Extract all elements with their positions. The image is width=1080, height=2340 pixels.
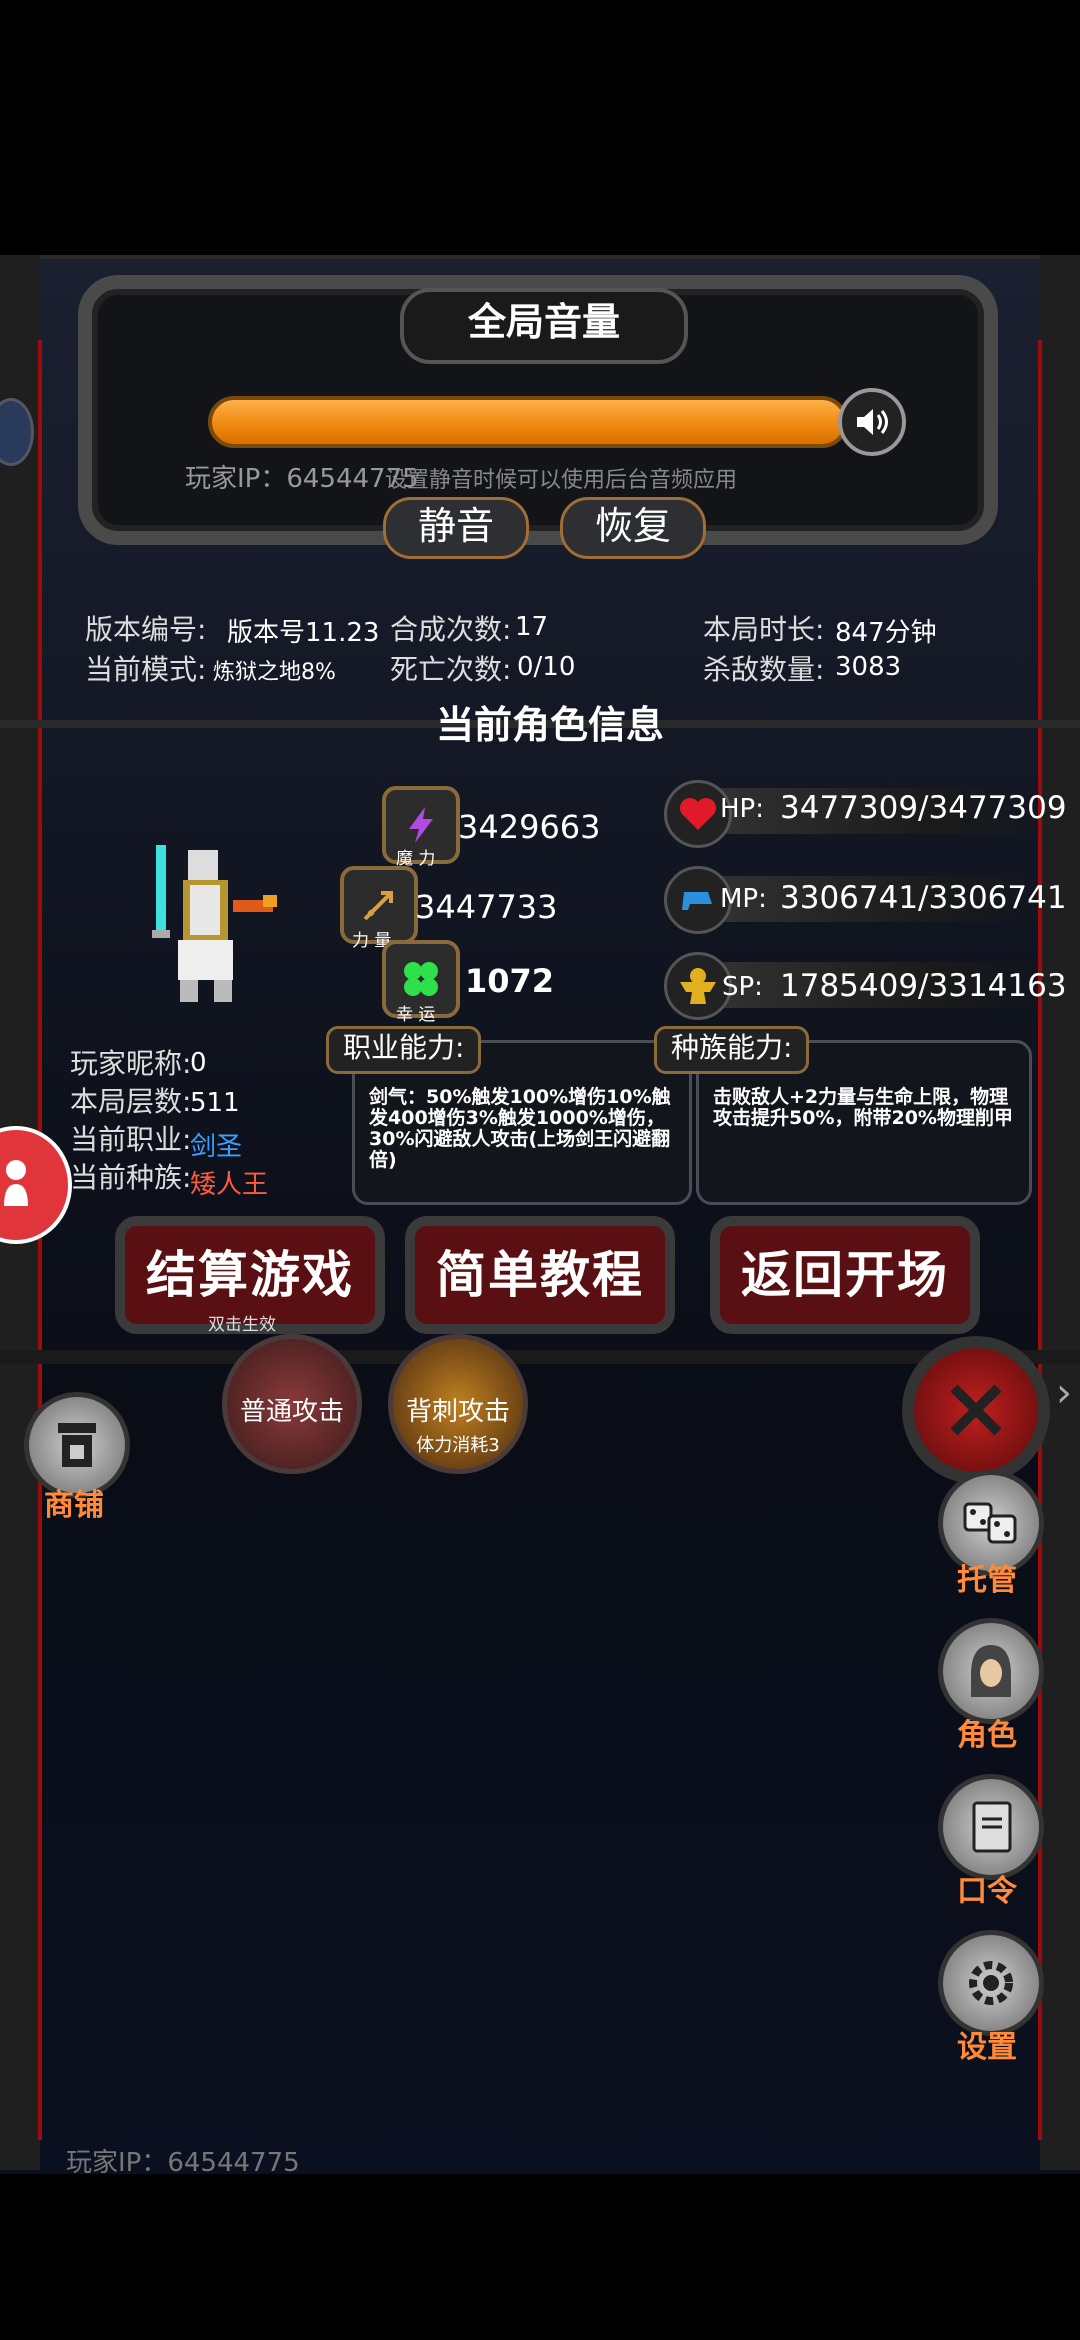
floor-label: 本局层数:	[70, 1085, 192, 1118]
tutorial-button[interactable]: 简单教程	[405, 1216, 675, 1334]
sp-label: SP:	[722, 972, 763, 1002]
auto-label: 托管	[957, 1563, 1017, 1598]
character-sprite	[148, 840, 283, 1010]
volume-hint-text: 设置静音时候可以使用后台音频应用	[385, 468, 738, 493]
back-to-start-button[interactable]: 返回开场	[710, 1216, 980, 1334]
mp-label: MP:	[720, 884, 767, 914]
volume-slider[interactable]	[208, 396, 848, 448]
merge-label: 合成次数:	[390, 613, 512, 646]
version-value: 版本号11.23	[227, 618, 380, 648]
normal-attack-label: 普通攻击	[239, 1397, 344, 1427]
player-ip-overlay: 玩家IP：64544775	[185, 464, 419, 494]
mode-value: 炼狱之地8%	[213, 660, 336, 685]
gear-icon	[969, 1961, 1013, 2005]
restore-button[interactable]: 恢复	[560, 497, 706, 559]
volume-title: 全局音量	[400, 288, 688, 364]
magic-value: 3429663	[458, 808, 601, 846]
nickname-value: 0	[190, 1048, 207, 1078]
mute-button[interactable]: 静音	[383, 497, 529, 559]
shop-icon	[58, 1423, 96, 1467]
backstab-label: 背刺攻击	[405, 1397, 510, 1427]
mp-value: 3306741/3306741	[780, 880, 1067, 916]
strength-value: 3447733	[415, 888, 558, 926]
code-button[interactable]	[938, 1774, 1044, 1880]
player-ip-footer: 玩家IP：64544775	[66, 2148, 300, 2178]
backstab-cost: 体力消耗3	[416, 1435, 500, 1456]
version-label: 版本编号:	[85, 613, 207, 646]
hp-value: 3477309/3477309	[780, 790, 1067, 826]
backstab-skill[interactable]: 背刺攻击 体力消耗3	[388, 1334, 528, 1474]
book-icon	[972, 1801, 1012, 1853]
settings-button[interactable]	[938, 1930, 1044, 2036]
role-button[interactable]	[938, 1618, 1044, 1724]
death-label: 死亡次数:	[390, 653, 512, 686]
kills-value: 3083	[835, 652, 902, 682]
speaker-icon[interactable]	[838, 388, 906, 456]
nickname-label: 玩家昵称:	[70, 1047, 192, 1080]
left-red-trim	[38, 340, 42, 2140]
floor-value: 511	[190, 1088, 240, 1118]
role-label: 角色	[957, 1718, 1017, 1753]
duration-value: 847分钟	[835, 618, 937, 648]
mode-label: 当前模式:	[85, 653, 207, 686]
duration-label: 本局时长:	[703, 613, 825, 646]
close-icon	[950, 1384, 1002, 1436]
settings-label: 设置	[957, 2030, 1017, 2065]
luck-value: 1072	[465, 962, 555, 1000]
right-red-trim	[1038, 340, 1042, 2140]
dice-icon	[963, 1502, 1017, 1544]
sp-value: 1785409/3314163	[780, 968, 1067, 1004]
merge-value: 17	[515, 612, 549, 642]
kills-label: 杀敌数量:	[703, 653, 825, 686]
shop-label: 商铺	[44, 1488, 104, 1523]
settle-hint: 双击生效	[208, 1315, 276, 1335]
hp-label: HP:	[720, 794, 764, 824]
hooded-figure-icon	[971, 1645, 1011, 1697]
luck-label: 幸 运	[396, 1005, 436, 1025]
job-ability-label: 职业能力:	[326, 1026, 482, 1074]
death-value: 0/10	[517, 652, 576, 682]
race-value: 矮人王	[190, 1170, 269, 1200]
code-label: 口令	[957, 1874, 1017, 1909]
normal-attack-skill[interactable]: 普通攻击	[222, 1334, 362, 1474]
job-value: 剑圣	[190, 1132, 243, 1162]
race-label: 当前种族:	[70, 1161, 192, 1194]
user-icon	[4, 1160, 28, 1206]
close-button[interactable]	[902, 1336, 1050, 1484]
race-ability-label: 种族能力:	[654, 1026, 810, 1074]
section-title: 当前角色信息	[435, 703, 664, 747]
job-label: 当前职业:	[70, 1123, 192, 1156]
chevron-right-icon[interactable]: ›	[1056, 1370, 1072, 1416]
